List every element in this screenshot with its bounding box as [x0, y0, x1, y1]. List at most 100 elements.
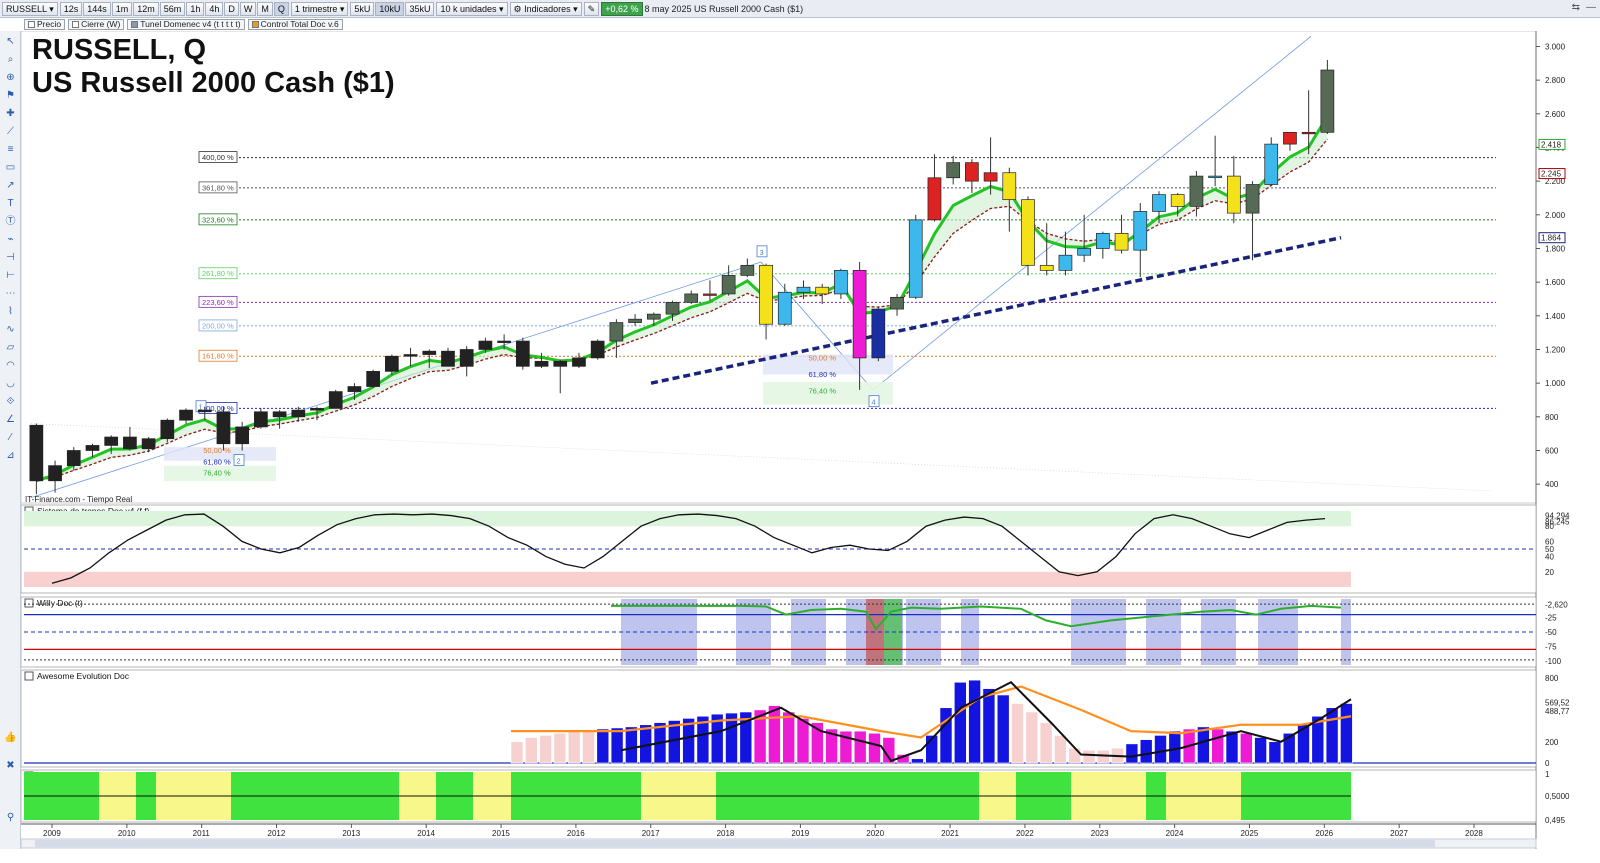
- minimize-icon[interactable]: ⇆: [1572, 2, 1580, 13]
- rect-icon[interactable]: ▭: [3, 161, 18, 174]
- time-tick-label: 2011: [193, 829, 211, 838]
- flag-icon[interactable]: ⚑: [3, 89, 18, 102]
- label-icon[interactable]: Ⓣ: [3, 215, 18, 228]
- timeframe-1h[interactable]: 1h: [186, 1, 205, 16]
- candle: [160, 418, 175, 443]
- candle-body: [403, 354, 418, 357]
- pin-icon[interactable]: ✎: [583, 1, 600, 16]
- fib-ext-icon[interactable]: ⊢: [3, 269, 18, 282]
- timeframe-4h[interactable]: 4h: [205, 1, 224, 16]
- candle-body: [908, 219, 923, 298]
- candle-body: [85, 445, 100, 451]
- timeframe-56m[interactable]: 56m: [159, 1, 186, 16]
- awesome-bar: [1254, 737, 1267, 764]
- timeframe-d[interactable]: D: [224, 1, 239, 16]
- candle-body: [1301, 131, 1316, 135]
- timeframe-1m[interactable]: 1m: [111, 1, 133, 16]
- unit-35ku[interactable]: 35kU: [405, 1, 435, 16]
- price-chart[interactable]: 400,00 %361,80 %323,60 %261,80 %223,60 %…: [21, 31, 1600, 849]
- candle-body: [1283, 131, 1297, 145]
- timeframe-144s[interactable]: 144s: [83, 1, 111, 16]
- triangle-icon[interactable]: ⊿: [3, 449, 18, 462]
- candle-body: [553, 360, 568, 367]
- candle-body: [48, 465, 62, 482]
- awesome-bar: [1068, 747, 1081, 764]
- candle-body: [815, 286, 830, 295]
- candle: [515, 337, 530, 370]
- change-badge: +0,62 %: [601, 1, 643, 16]
- awesome-bar: [625, 726, 638, 764]
- panel-tick-label: -2,620: [1545, 601, 1568, 610]
- legend-item-price[interactable]: Precio: [24, 19, 66, 30]
- legend-item-close[interactable]: Cierre (W): [68, 19, 125, 30]
- channel-icon[interactable]: ⌇: [3, 305, 18, 318]
- panel-tick-label: 200: [1545, 738, 1559, 747]
- awesome-bar: [1197, 726, 1210, 764]
- hline-icon[interactable]: ≡: [3, 143, 18, 156]
- zoom-icon[interactable]: ⌕: [3, 53, 18, 66]
- indicators-button[interactable]: ⚙ Indicadores ▾: [509, 1, 582, 16]
- wave-icon[interactable]: ⌁: [3, 233, 18, 246]
- parallelogram-icon[interactable]: ▱: [3, 341, 18, 354]
- arc-icon[interactable]: ◠: [3, 359, 18, 372]
- timeframe-12m[interactable]: 12m: [133, 1, 159, 16]
- awesome-bar: [567, 730, 581, 764]
- timeframe-12s[interactable]: 12s: [59, 1, 83, 16]
- panel-tick-label: -25: [1545, 614, 1557, 623]
- close-icon[interactable]: —: [1586, 2, 1596, 13]
- unit-group: 5kU 10kU 35kU: [350, 1, 435, 16]
- status-text: 8 may 2025 US Russell 2000 Cash ($1): [644, 3, 804, 14]
- units-select[interactable]: 10 k unidades ▾: [436, 1, 508, 16]
- symbol-select[interactable]: RUSSELL ▾: [2, 1, 58, 16]
- candle-body: [1133, 211, 1148, 251]
- dots-icon[interactable]: ⋯: [3, 287, 18, 300]
- candle-body: [777, 291, 792, 325]
- awesome-bar: [524, 737, 538, 764]
- timeframe-m[interactable]: M: [257, 1, 273, 16]
- legend-item-control[interactable]: Control Total Doc v.6: [247, 19, 343, 30]
- timeframe-q[interactable]: Q: [273, 1, 289, 16]
- candle-body: [965, 162, 979, 182]
- angle-icon[interactable]: ∠: [3, 413, 18, 426]
- candle-body: [179, 409, 193, 421]
- price-badge-text: 1.864: [1541, 234, 1562, 243]
- text-icon[interactable]: T: [3, 197, 18, 210]
- arc2-icon[interactable]: ◡: [3, 377, 18, 390]
- time-tick-label: 2025: [1240, 829, 1258, 838]
- candle-body: [160, 419, 175, 440]
- pointer-icon[interactable]: ↖: [3, 35, 18, 48]
- legend-item-tunel[interactable]: Tunel Domenec v4 (t t t t t): [127, 19, 245, 30]
- time-tick-label: 2026: [1315, 829, 1333, 838]
- pin-icon[interactable]: ⚲: [3, 811, 18, 824]
- awesome-bar: [953, 681, 967, 764]
- window-controls: ⇆ —: [1572, 2, 1596, 13]
- thumb-icon[interactable]: 👍: [3, 731, 18, 744]
- add-icon[interactable]: ✚: [3, 107, 18, 120]
- crosshair-icon[interactable]: ⊕: [3, 71, 18, 84]
- trendline-icon[interactable]: ⟋: [3, 125, 18, 138]
- awesome-bar: [1225, 730, 1239, 764]
- unit-5ku[interactable]: 5kU: [350, 1, 375, 16]
- awesome-bar: [1082, 749, 1096, 764]
- fib-label: 200,00 %: [198, 319, 238, 332]
- delete-icon[interactable]: ✖: [3, 759, 18, 772]
- awesome-bar: [996, 694, 1010, 764]
- unit-10ku[interactable]: 10kU: [375, 1, 405, 16]
- awesome-bar: [610, 727, 624, 764]
- chart-title-instrument: US Russell 2000 Cash ($1): [32, 67, 395, 100]
- panel-title: Awesome Evolution Doc: [24, 671, 130, 681]
- timeframe-w[interactable]: W: [239, 1, 257, 16]
- price-badge: 1.864: [1538, 232, 1566, 244]
- price-tick-label: 400: [1545, 480, 1559, 489]
- curve-icon[interactable]: ∿: [3, 323, 18, 336]
- slash-icon[interactable]: ⁄: [3, 431, 18, 444]
- candle-body: [1264, 143, 1279, 185]
- candle-body: [927, 177, 942, 221]
- candle-body: [684, 293, 699, 303]
- period-select[interactable]: 1 trimestre ▾: [290, 1, 349, 16]
- arrow-icon[interactable]: ↗: [3, 179, 18, 192]
- retracement-label: 76,40 %: [203, 469, 231, 478]
- gann-icon[interactable]: ⟐: [3, 395, 18, 408]
- candle-body: [272, 411, 287, 418]
- fib-icon[interactable]: ⊣: [3, 251, 18, 264]
